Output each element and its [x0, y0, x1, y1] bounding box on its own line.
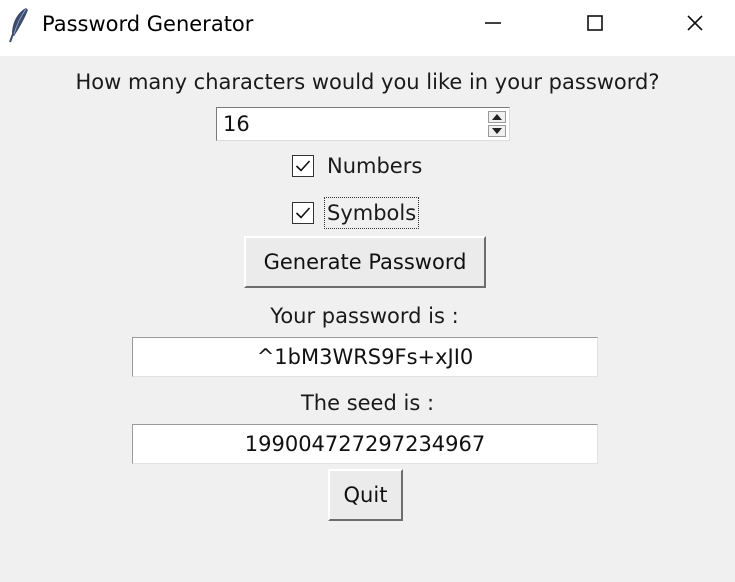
length-value[interactable]: 16	[223, 110, 250, 138]
numbers-option[interactable]: Numbers	[292, 150, 425, 182]
symbols-checkbox[interactable]	[292, 202, 314, 224]
main-content: How many characters would you like in yo…	[0, 56, 735, 582]
password-label: Your password is :	[270, 304, 459, 328]
spin-down-button[interactable]	[488, 125, 506, 137]
generate-password-button[interactable]: Generate Password	[244, 236, 486, 288]
close-button[interactable]	[645, 0, 735, 46]
length-prompt-label: How many characters would you like in yo…	[75, 70, 660, 94]
arrow-up-icon	[492, 114, 502, 120]
symbols-label[interactable]: Symbols	[324, 197, 420, 229]
numbers-checkbox[interactable]	[292, 155, 314, 177]
arrow-down-icon	[492, 128, 502, 134]
numbers-label[interactable]: Numbers	[324, 152, 425, 180]
window-title: Password Generator	[42, 12, 254, 36]
spin-arrows	[488, 111, 506, 137]
symbols-option[interactable]: Symbols	[292, 197, 420, 229]
spin-up-button[interactable]	[488, 111, 506, 123]
quit-button[interactable]: Quit	[328, 469, 403, 521]
minimize-button[interactable]	[443, 0, 543, 46]
seed-output-field[interactable]: 199004727297234967	[132, 424, 598, 464]
minimize-icon	[485, 22, 501, 24]
title-bar: Password Generator	[0, 0, 735, 56]
seed-label: The seed is :	[300, 391, 435, 415]
password-output-field[interactable]: ^1bM3WRS9Fs+xJI0	[132, 337, 598, 377]
close-icon	[687, 15, 703, 31]
checkmark-icon	[295, 160, 311, 172]
maximize-icon	[587, 15, 603, 31]
maximize-button[interactable]	[545, 0, 645, 46]
length-spinbox[interactable]: 16	[216, 107, 510, 141]
feather-icon	[9, 8, 28, 43]
checkmark-icon	[295, 207, 311, 219]
